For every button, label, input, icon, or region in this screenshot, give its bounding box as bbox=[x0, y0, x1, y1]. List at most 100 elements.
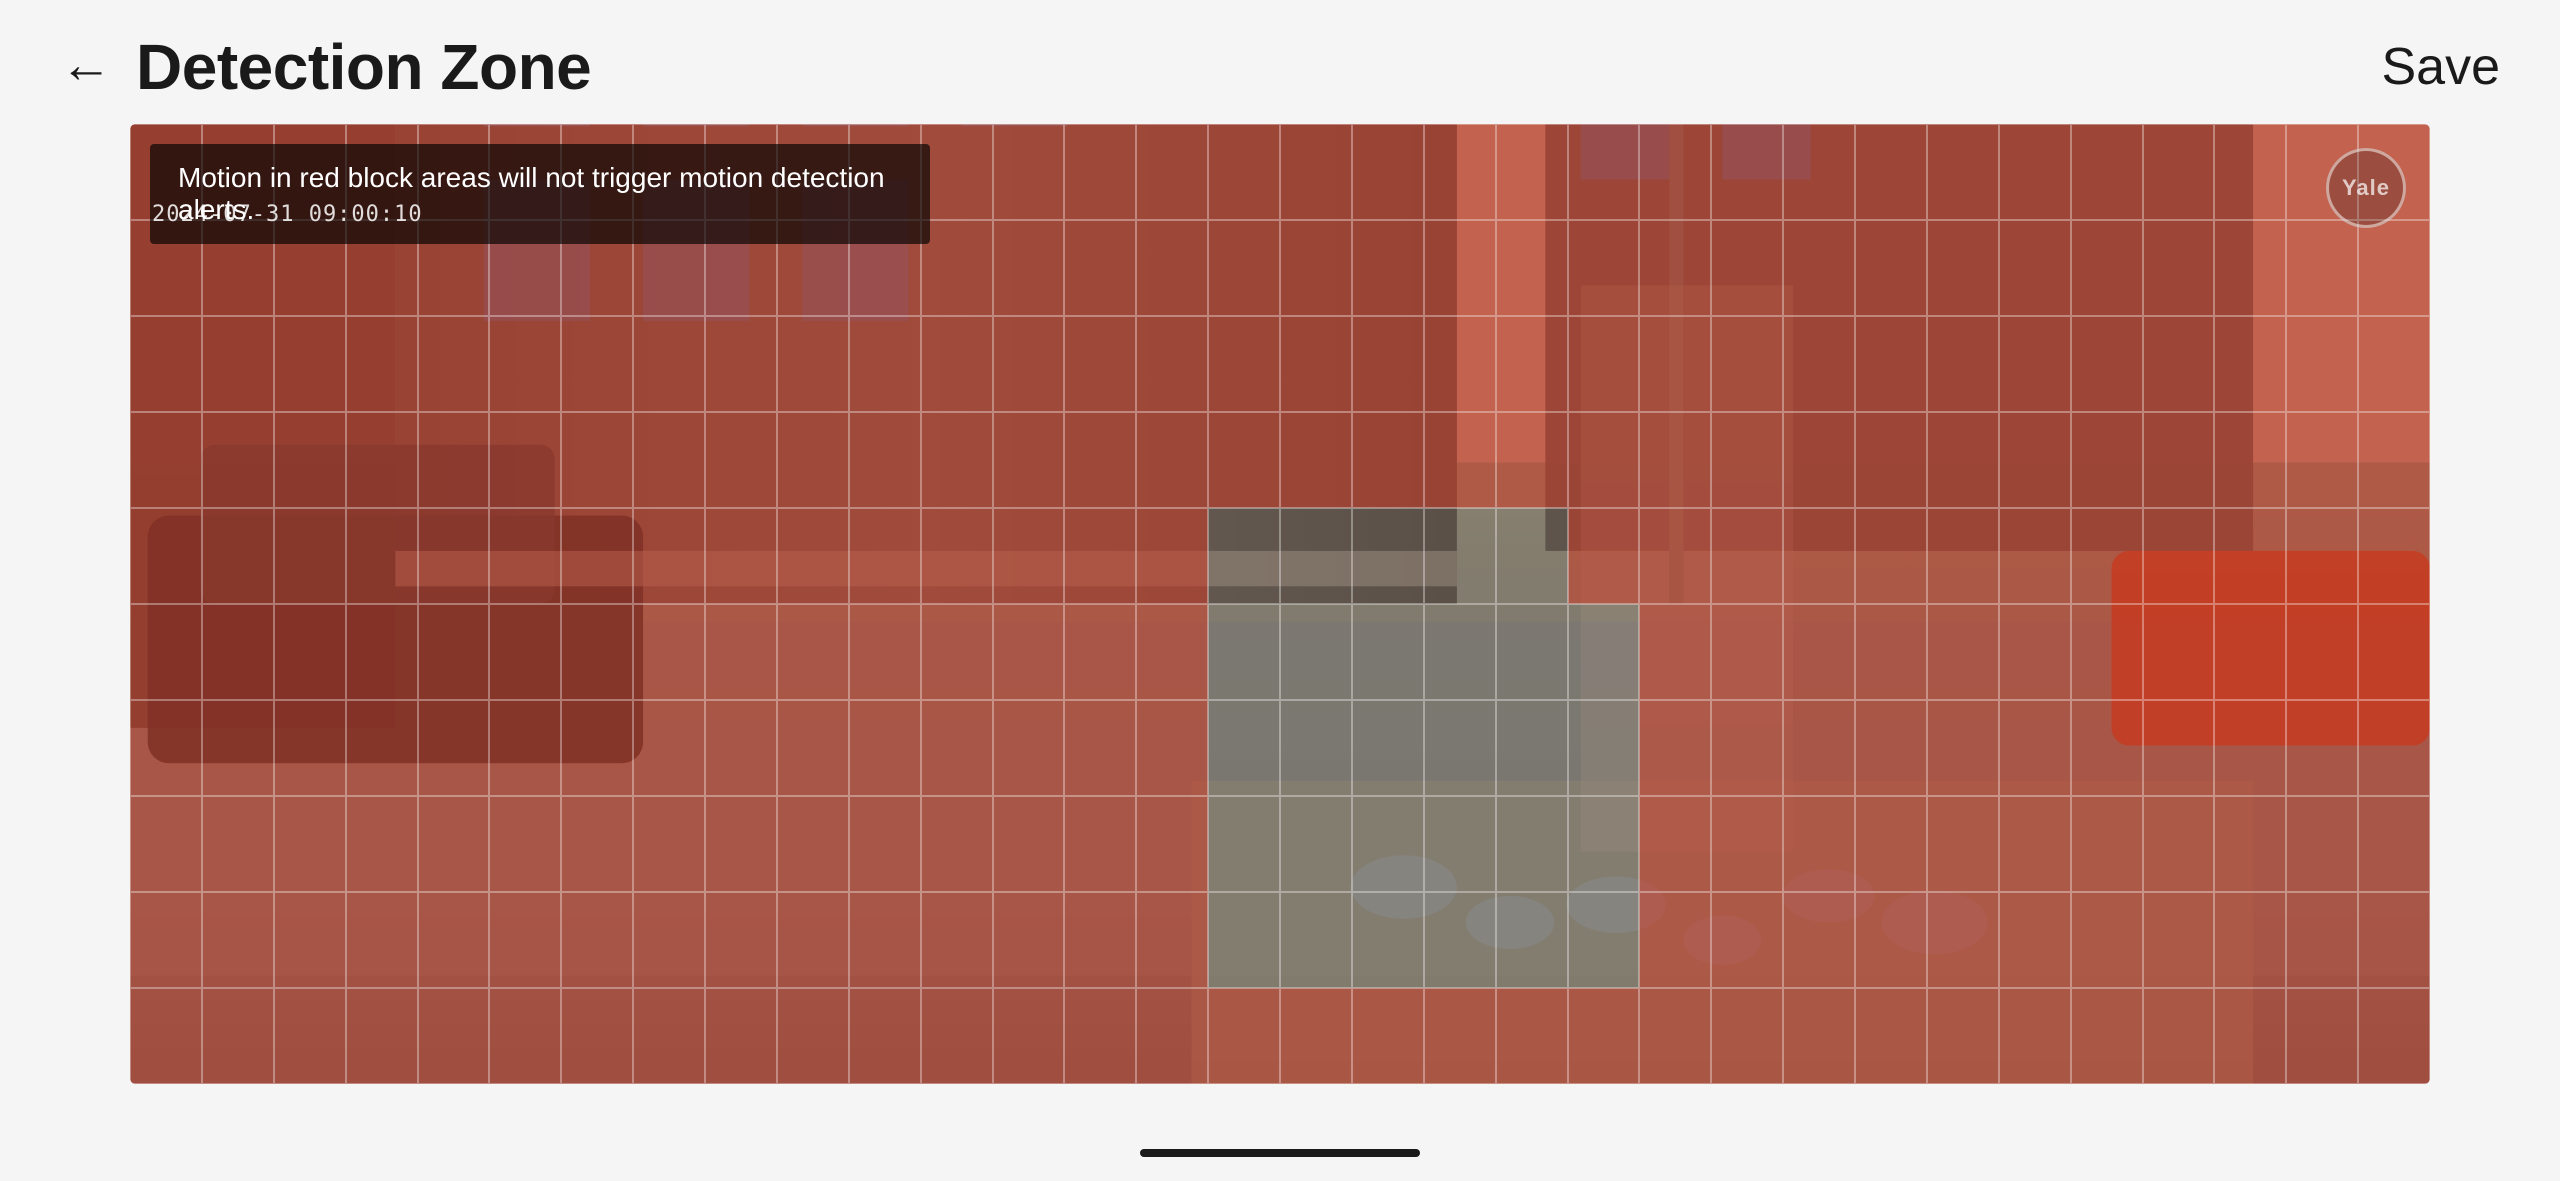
grid-cell[interactable] bbox=[921, 316, 993, 412]
grid-cell[interactable] bbox=[274, 604, 346, 700]
grid-cell[interactable] bbox=[705, 892, 777, 988]
grid-cell[interactable] bbox=[1064, 220, 1136, 316]
grid-cell[interactable] bbox=[2214, 796, 2286, 892]
grid-cell[interactable] bbox=[346, 988, 418, 1084]
grid-cell[interactable] bbox=[1136, 796, 1208, 892]
grid-cell[interactable] bbox=[2143, 508, 2215, 604]
grid-cell[interactable] bbox=[2358, 316, 2430, 412]
grid-cell[interactable] bbox=[1927, 124, 1999, 220]
grid-cell[interactable] bbox=[130, 988, 202, 1084]
grid-cell[interactable] bbox=[633, 796, 705, 892]
grid-cell[interactable] bbox=[1855, 220, 1927, 316]
grid-cell[interactable] bbox=[1783, 124, 1855, 220]
grid-cell[interactable] bbox=[1999, 604, 2071, 700]
grid-cell[interactable] bbox=[2143, 892, 2215, 988]
grid-cell[interactable] bbox=[1568, 220, 1640, 316]
grid-cell[interactable] bbox=[489, 412, 561, 508]
grid-cell[interactable] bbox=[1639, 892, 1711, 988]
grid-cell[interactable] bbox=[921, 220, 993, 316]
grid-cell[interactable] bbox=[1064, 796, 1136, 892]
grid-cell[interactable] bbox=[1568, 316, 1640, 412]
grid-cell[interactable] bbox=[633, 700, 705, 796]
grid-cell[interactable] bbox=[1855, 412, 1927, 508]
grid-cell[interactable] bbox=[2358, 988, 2430, 1084]
grid-cell[interactable] bbox=[1352, 700, 1424, 796]
grid-cell[interactable] bbox=[1352, 124, 1424, 220]
grid-cell[interactable] bbox=[849, 508, 921, 604]
grid-cell[interactable] bbox=[489, 796, 561, 892]
grid-cell[interactable] bbox=[1280, 316, 1352, 412]
grid-cell[interactable] bbox=[1711, 988, 1783, 1084]
grid-cell[interactable] bbox=[1352, 508, 1424, 604]
grid-cell[interactable] bbox=[1136, 892, 1208, 988]
grid-cell[interactable] bbox=[418, 412, 490, 508]
grid-cell[interactable] bbox=[202, 508, 274, 604]
grid-cell[interactable] bbox=[1927, 700, 1999, 796]
grid-cell[interactable] bbox=[633, 988, 705, 1084]
grid-cell[interactable] bbox=[346, 412, 418, 508]
grid-cell[interactable] bbox=[2286, 604, 2358, 700]
grid-cell[interactable] bbox=[1424, 220, 1496, 316]
grid-cell[interactable] bbox=[921, 892, 993, 988]
grid-cell[interactable] bbox=[1496, 700, 1568, 796]
grid-cell[interactable] bbox=[1208, 796, 1280, 892]
grid-cell[interactable] bbox=[1424, 508, 1496, 604]
grid-cell[interactable] bbox=[777, 604, 849, 700]
grid-cell[interactable] bbox=[418, 316, 490, 412]
grid-cell[interactable] bbox=[921, 508, 993, 604]
grid-cell[interactable] bbox=[561, 892, 633, 988]
grid-cell[interactable] bbox=[1064, 412, 1136, 508]
grid-cell[interactable] bbox=[2143, 412, 2215, 508]
grid-cell[interactable] bbox=[993, 988, 1065, 1084]
grid-cell[interactable] bbox=[418, 796, 490, 892]
grid-cell[interactable] bbox=[1711, 796, 1783, 892]
grid-cell[interactable] bbox=[1568, 604, 1640, 700]
grid-cell[interactable] bbox=[130, 892, 202, 988]
grid-cell[interactable] bbox=[2286, 892, 2358, 988]
grid-cell[interactable] bbox=[921, 412, 993, 508]
grid-cell[interactable] bbox=[489, 508, 561, 604]
grid-cell[interactable] bbox=[1855, 508, 1927, 604]
grid-cell[interactable] bbox=[705, 700, 777, 796]
grid-cell[interactable] bbox=[993, 604, 1065, 700]
grid-cell[interactable] bbox=[1424, 988, 1496, 1084]
grid-cell[interactable] bbox=[2071, 124, 2143, 220]
grid-cell[interactable] bbox=[1568, 508, 1640, 604]
grid-cell[interactable] bbox=[1711, 412, 1783, 508]
grid-cell[interactable] bbox=[993, 220, 1065, 316]
grid-cell[interactable] bbox=[777, 508, 849, 604]
grid-cell[interactable] bbox=[705, 796, 777, 892]
grid-cell[interactable] bbox=[849, 892, 921, 988]
grid-cell[interactable] bbox=[1352, 892, 1424, 988]
grid-cell[interactable] bbox=[1711, 700, 1783, 796]
grid-cell[interactable] bbox=[1208, 892, 1280, 988]
grid-cell[interactable] bbox=[1568, 892, 1640, 988]
grid-cell[interactable] bbox=[1496, 412, 1568, 508]
grid-cell[interactable] bbox=[2071, 316, 2143, 412]
grid-cell[interactable] bbox=[2286, 988, 2358, 1084]
grid-cell[interactable] bbox=[2214, 316, 2286, 412]
grid-cell[interactable] bbox=[346, 316, 418, 412]
grid-cell[interactable] bbox=[202, 796, 274, 892]
grid-cell[interactable] bbox=[418, 892, 490, 988]
grid-cell[interactable] bbox=[1711, 508, 1783, 604]
grid-cell[interactable] bbox=[1711, 220, 1783, 316]
grid-cell[interactable] bbox=[2071, 988, 2143, 1084]
grid-cell[interactable] bbox=[561, 604, 633, 700]
grid-cell[interactable] bbox=[2214, 412, 2286, 508]
grid-cell[interactable] bbox=[346, 892, 418, 988]
grid-cell[interactable] bbox=[1136, 700, 1208, 796]
grid-cell[interactable] bbox=[1783, 700, 1855, 796]
grid-cell[interactable] bbox=[2143, 220, 2215, 316]
grid-cell[interactable] bbox=[705, 988, 777, 1084]
grid-cell[interactable] bbox=[2071, 220, 2143, 316]
grid-cell[interactable] bbox=[1280, 700, 1352, 796]
grid-cell[interactable] bbox=[705, 508, 777, 604]
grid-cell[interactable] bbox=[1999, 796, 2071, 892]
grid-cell[interactable] bbox=[2071, 412, 2143, 508]
grid-cell[interactable] bbox=[849, 412, 921, 508]
grid-cell[interactable] bbox=[1783, 988, 1855, 1084]
grid-cell[interactable] bbox=[561, 988, 633, 1084]
grid-cell[interactable] bbox=[1855, 892, 1927, 988]
grid-cell[interactable] bbox=[346, 508, 418, 604]
